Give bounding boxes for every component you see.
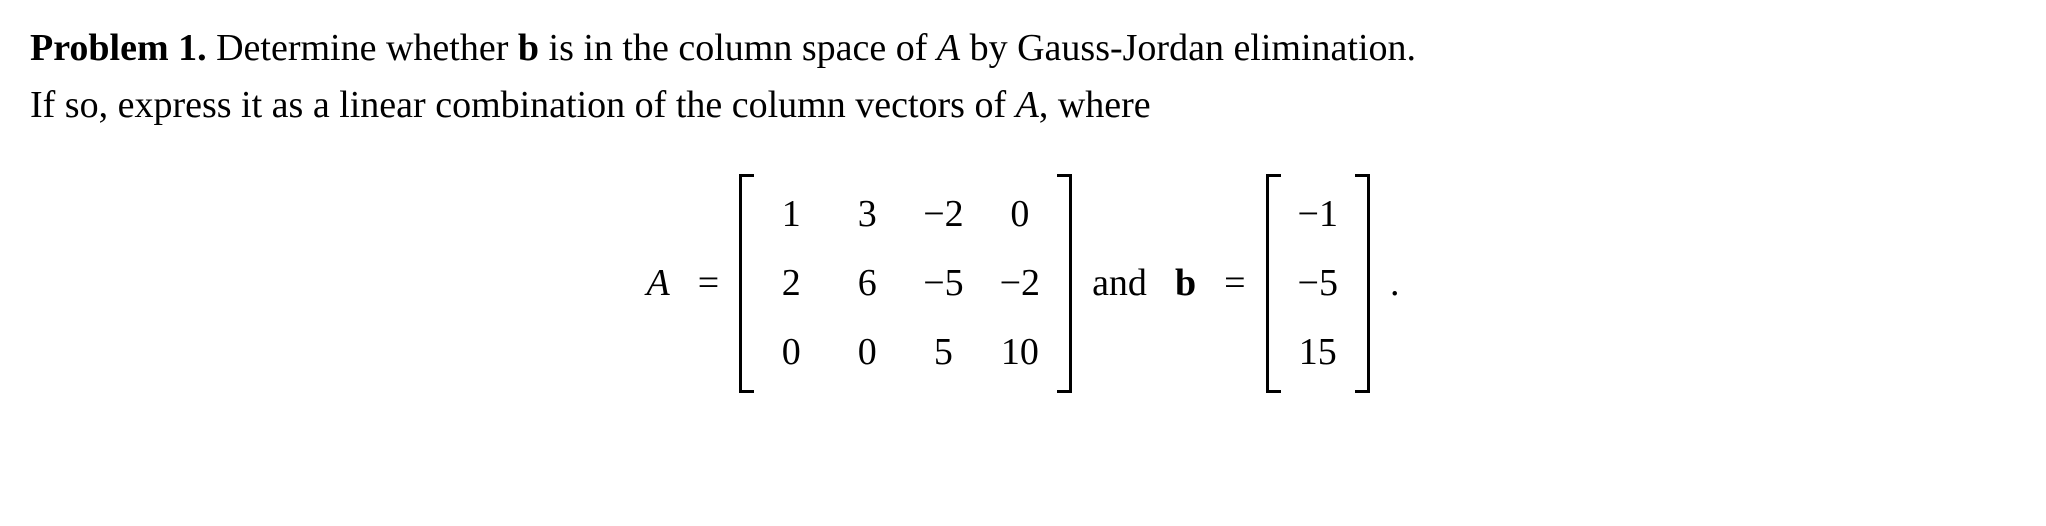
eq-equals-2: = [1216,255,1253,312]
cell: 6 [829,249,905,318]
problem-label: Problem 1. [30,27,207,69]
text-5: , where [1039,84,1151,126]
matrix-A-table: 1 3 −2 0 2 6 −5 −2 0 0 5 10 [753,180,1058,387]
var-a1: A [937,27,960,69]
text-4: If so, express it as a linear combinatio… [30,84,1016,126]
line-1: Problem 1. Determine whether b is in the… [30,20,2016,77]
equation-block: A = 1 3 −2 0 2 6 −5 −2 0 0 5 10 and [30,174,2016,393]
cell: 5 [905,318,981,387]
var-a2: A [1016,84,1039,126]
eq-b-label: b [1167,255,1204,312]
table-row: 15 [1280,318,1356,387]
cell: 1 [753,180,829,249]
vector-b: −1 −5 15 [1266,174,1370,393]
cell: 0 [982,180,1058,249]
cell: 0 [753,318,829,387]
matrix-A: 1 3 −2 0 2 6 −5 −2 0 0 5 10 [739,174,1072,393]
text-3: by Gauss-Jordan elimination. [960,27,1416,69]
cell: 2 [753,249,829,318]
vector-b-table: −1 −5 15 [1280,180,1356,387]
text-1: Determine whether [207,27,518,69]
line-2: If so, express it as a linear combinatio… [30,77,2016,134]
cell: −2 [905,180,981,249]
cell: 0 [829,318,905,387]
table-row: −5 [1280,249,1356,318]
cell: −1 [1280,180,1356,249]
eq-A-label: A [639,255,678,312]
eq-period: . [1382,255,1408,312]
cell: 10 [982,318,1058,387]
eq-equals-1: = [690,255,727,312]
eq-and-text: and [1084,255,1155,312]
cell: −2 [982,249,1058,318]
problem-statement: Problem 1. Determine whether b is in the… [30,20,2016,134]
text-2: is in the column space of [539,27,937,69]
var-b: b [518,27,539,69]
table-row: −1 [1280,180,1356,249]
cell: −5 [905,249,981,318]
table-row: 0 0 5 10 [753,318,1058,387]
table-row: 2 6 −5 −2 [753,249,1058,318]
table-row: 1 3 −2 0 [753,180,1058,249]
cell: 15 [1280,318,1356,387]
cell: 3 [829,180,905,249]
cell: −5 [1280,249,1356,318]
